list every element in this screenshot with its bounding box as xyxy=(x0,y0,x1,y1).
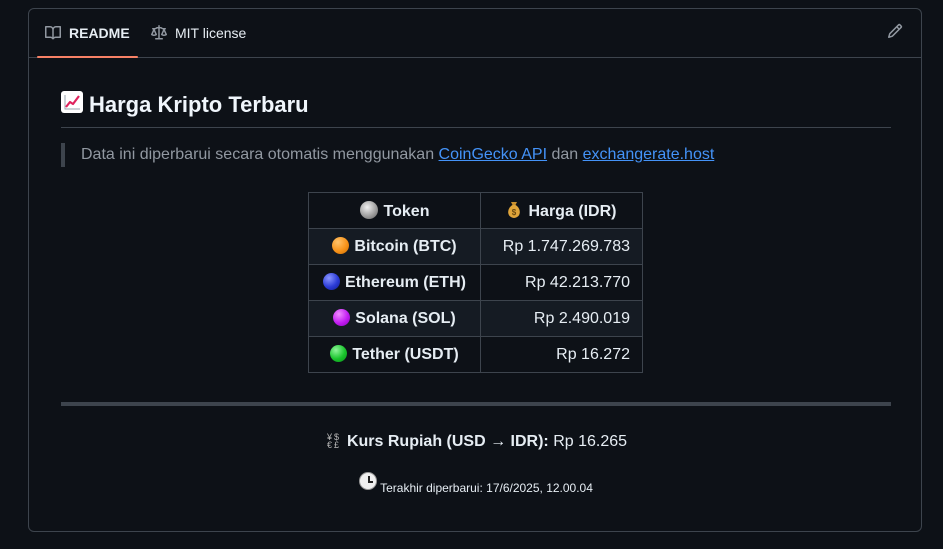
last-updated-text: Terakhir diperbarui: 17/6/2025, 12.00.04 xyxy=(380,481,593,495)
table-row: Ethereum (ETH) Rp 42.213.770 xyxy=(308,264,643,301)
readme-panel: README MIT license Harga Kripto Terbaru xyxy=(28,8,922,532)
coin-icon xyxy=(359,200,378,219)
book-icon xyxy=(45,25,61,41)
tab-readme-label: README xyxy=(69,25,130,41)
token-cell: Solana (SOL) xyxy=(308,300,481,337)
green-circle-icon xyxy=(330,345,348,362)
exchange-rate-value: Rp 16.265 xyxy=(548,433,628,450)
tab-readme[interactable]: README xyxy=(37,9,138,58)
page-title-text: Harga Kripto Terbaru xyxy=(89,92,309,117)
orange-circle-icon xyxy=(332,237,350,254)
tab-license-label: MIT license xyxy=(175,25,247,41)
token-cell: Tether (USDT) xyxy=(308,336,481,373)
svg-text:£: £ xyxy=(334,440,339,449)
token-header: Token xyxy=(308,192,481,229)
note-prefix: Data ini diperbarui secara otomatis meng… xyxy=(81,146,439,163)
chart-increasing-icon xyxy=(61,91,83,119)
scale-icon xyxy=(151,25,167,41)
blue-circle-icon xyxy=(323,273,341,290)
exchangerate-link[interactable]: exchangerate.host xyxy=(583,146,715,163)
token-cell: Ethereum (ETH) xyxy=(308,264,481,301)
token-name: Tether (USDT) xyxy=(352,346,459,363)
table-header-row: Token $ Harga (IDR) xyxy=(308,192,643,229)
exchange-rate: ¥ $ € £ Kurs Rupiah (USD → IDR): Rp 16.2… xyxy=(61,430,891,457)
currency-exchange-icon: ¥ $ € £ xyxy=(325,431,343,457)
info-note: Data ini diperbarui secara otomatis meng… xyxy=(61,143,714,167)
tab-bar: README MIT license xyxy=(29,9,921,58)
exchange-rate-label: Kurs Rupiah (USD → IDR) xyxy=(346,433,544,450)
pencil-icon xyxy=(887,23,903,44)
edit-button[interactable] xyxy=(885,23,905,43)
price-cell: Rp 2.490.019 xyxy=(480,300,643,337)
price-cell: Rp 42.213.770 xyxy=(480,264,643,301)
table-row: Solana (SOL) Rp 2.490.019 xyxy=(308,300,643,337)
token-cell: Bitcoin (BTC) xyxy=(308,228,481,265)
price-cell: Rp 16.272 xyxy=(480,336,643,373)
table-row: Tether (USDT) Rp 16.272 xyxy=(308,336,643,373)
token-name: Ethereum (ETH) xyxy=(345,274,466,291)
svg-text:$: $ xyxy=(512,208,517,217)
token-name: Solana (SOL) xyxy=(355,310,456,327)
last-updated: Terakhir diperbarui: 17/6/2025, 12.00.04 xyxy=(61,472,891,498)
price-header-label: Harga (IDR) xyxy=(528,202,617,220)
money-bag-icon: $ xyxy=(506,201,522,219)
svg-text:€: € xyxy=(327,440,332,449)
price-table: Token $ Harga (IDR) Bitcoin (BTC) Rp 1.74… xyxy=(308,192,643,373)
token-header-label: Token xyxy=(383,202,430,220)
page-title: Harga Kripto Terbaru xyxy=(61,91,891,128)
divider xyxy=(61,402,891,406)
purple-circle-icon xyxy=(333,309,351,326)
tab-license[interactable]: MIT license xyxy=(151,9,246,57)
token-name: Bitcoin (BTC) xyxy=(354,238,457,255)
price-cell: Rp 1.747.269.783 xyxy=(480,228,643,265)
coingecko-link[interactable]: CoinGecko API xyxy=(439,146,548,163)
note-mid: dan xyxy=(547,146,583,163)
clock-icon xyxy=(359,472,378,490)
table-row: Bitcoin (BTC) Rp 1.747.269.783 xyxy=(308,228,643,265)
price-header: $ Harga (IDR) xyxy=(480,192,643,229)
